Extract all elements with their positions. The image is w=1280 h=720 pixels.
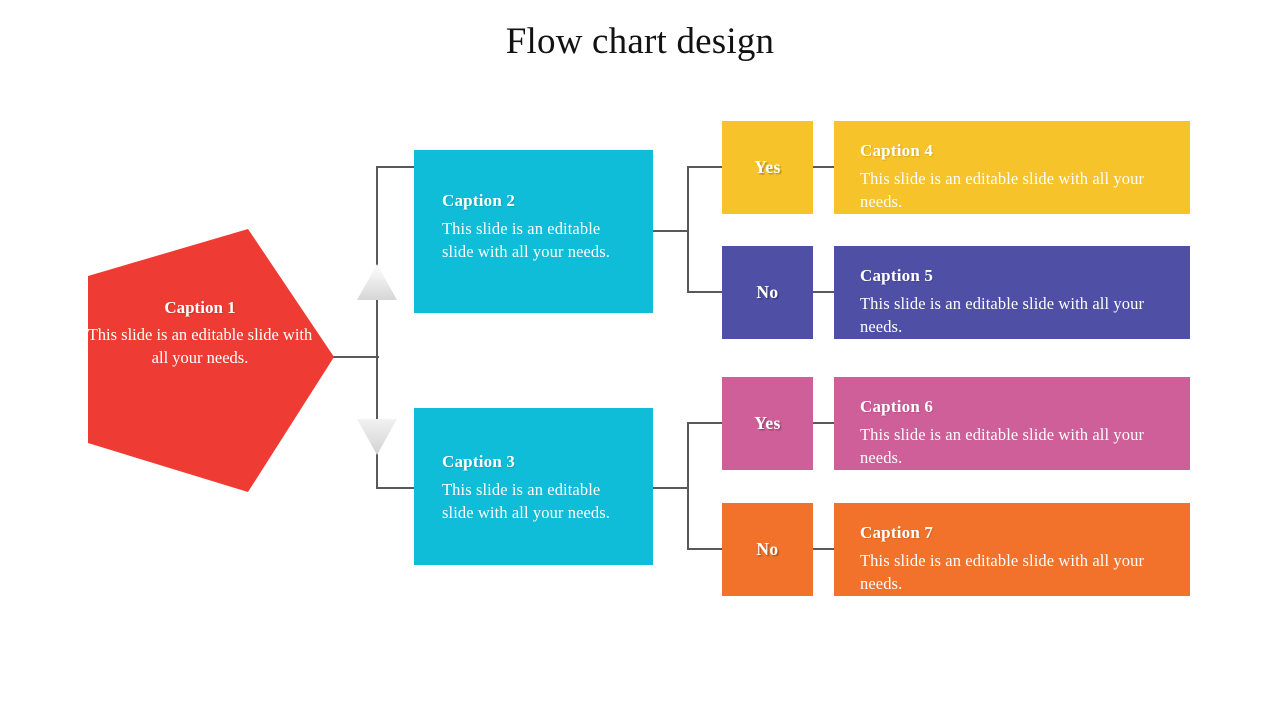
connector-no-to-caption7 xyxy=(811,548,836,550)
decision-no-bottom[interactable]: No xyxy=(722,503,813,596)
node-caption4-box[interactable]: Caption 4 This slide is an editable slid… xyxy=(834,121,1190,214)
node-caption4-heading: Caption 4 xyxy=(860,141,934,160)
node-caption6-heading: Caption 6 xyxy=(860,397,934,416)
connector-root-horizontal xyxy=(333,356,379,358)
connector-branch-no-bottom xyxy=(687,548,724,550)
decision-no-top[interactable]: No xyxy=(722,246,813,339)
node-caption7-box[interactable]: Caption 7 This slide is an editable slid… xyxy=(834,503,1190,596)
node-caption6-box[interactable]: Caption 6 This slide is an editable slid… xyxy=(834,377,1190,470)
node-caption3-box[interactable]: Caption 3 This slide is an editable slid… xyxy=(414,408,653,565)
connector-branch-riser-top xyxy=(687,166,689,292)
node-caption5-body: This slide is an editable slide with all… xyxy=(860,294,1145,336)
decision-yes-bottom[interactable]: Yes xyxy=(722,377,813,470)
node-caption7-heading: Caption 7 xyxy=(860,523,934,542)
connector-caption2-out xyxy=(651,230,689,232)
connector-yes-to-caption6 xyxy=(811,422,836,424)
connector-to-caption3 xyxy=(376,487,418,489)
node-caption3-body: This slide is an editable slide with all… xyxy=(442,480,611,522)
slide-canvas: Flow chart design Caption 1 This slide i… xyxy=(0,0,1280,720)
node-caption1-body: This slide is an editable slide with all… xyxy=(87,325,313,367)
node-caption1-heading: Caption 1 xyxy=(164,298,236,317)
connector-yes-to-caption4 xyxy=(811,166,836,168)
node-caption4-body: This slide is an editable slide with all… xyxy=(860,169,1145,211)
connector-caption3-out xyxy=(651,487,689,489)
connector-branch-no-top xyxy=(687,291,724,293)
node-caption5-box[interactable]: Caption 5 This slide is an editable slid… xyxy=(834,246,1190,339)
decision-yes-top[interactable]: Yes xyxy=(722,121,813,214)
node-caption7-body: This slide is an editable slide with all… xyxy=(860,551,1145,593)
connector-branch-yes-bottom xyxy=(687,422,724,424)
connector-branch-riser-bottom xyxy=(687,422,689,549)
node-caption2-box[interactable]: Caption 2 This slide is an editable slid… xyxy=(414,150,653,313)
node-caption2-heading: Caption 2 xyxy=(442,191,516,210)
connector-branch-yes-top xyxy=(687,166,724,168)
node-caption3-heading: Caption 3 xyxy=(442,452,516,471)
node-caption6-body: This slide is an editable slide with all… xyxy=(860,425,1145,467)
node-caption2-body: This slide is an editable slide with all… xyxy=(442,219,611,261)
node-caption5-heading: Caption 5 xyxy=(860,266,934,285)
page-title: Flow chart design xyxy=(505,21,775,62)
connector-no-to-caption5 xyxy=(811,291,836,293)
node-caption1-text: Caption 1 This slide is an editable slid… xyxy=(85,296,315,369)
connector-to-caption2 xyxy=(376,166,418,168)
